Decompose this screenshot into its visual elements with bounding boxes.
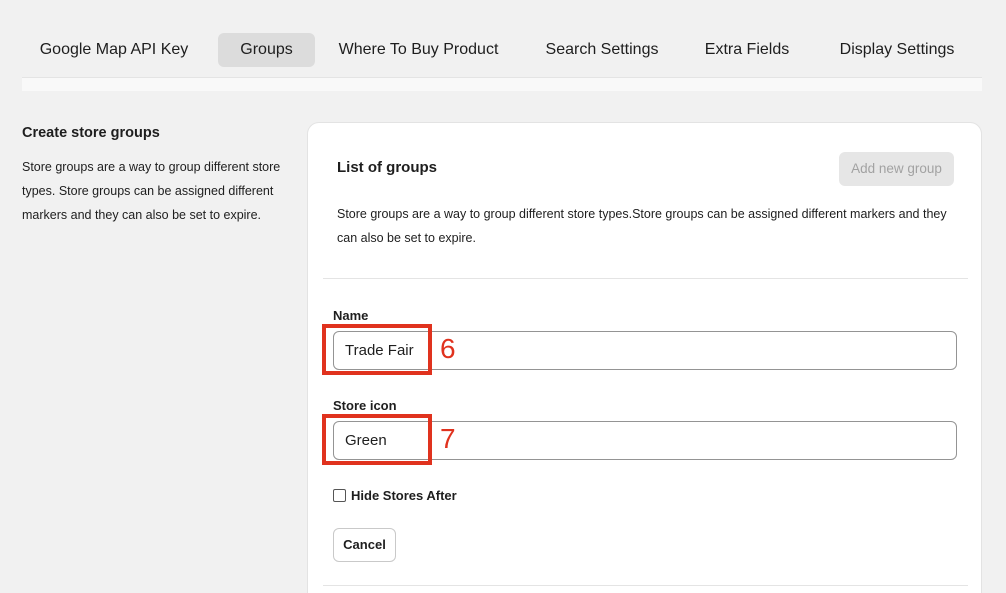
divider [323,278,968,279]
highlight-box-store-icon [322,414,432,465]
name-label: Name [333,308,369,323]
card-title: List of groups [337,159,437,176]
tab-where-to-buy-product[interactable]: Where To Buy Product [328,33,509,67]
cancel-button[interactable]: Cancel [333,528,396,562]
settings-tabs: Google Map API Key Groups Where To Buy P… [22,33,982,69]
tab-search-settings[interactable]: Search Settings [534,33,670,67]
divider [323,585,968,586]
groups-card: List of groups Add new group Store group… [307,122,982,593]
add-new-group-button[interactable]: Add new group [839,152,954,186]
tab-display-settings[interactable]: Display Settings [828,33,966,67]
store-icon-label: Store icon [333,398,397,413]
annotation-marker-7: 7 [440,423,456,454]
tab-google-map-api-key[interactable]: Google Map API Key [36,33,192,67]
hide-stores-after-label[interactable]: Hide Stores After [351,488,457,503]
annotation-marker-6: 6 [440,333,456,364]
highlight-box-name [322,324,432,375]
tab-extra-fields[interactable]: Extra Fields [692,33,802,67]
sidebar-title: Create store groups [22,125,160,141]
card-description: Store groups are a way to group differen… [337,207,947,245]
hide-stores-after-checkbox[interactable] [333,489,346,502]
sidebar-description: Store groups are a way to group differen… [22,160,281,222]
tab-panel-strip [22,77,982,91]
tab-groups[interactable]: Groups [218,33,315,67]
